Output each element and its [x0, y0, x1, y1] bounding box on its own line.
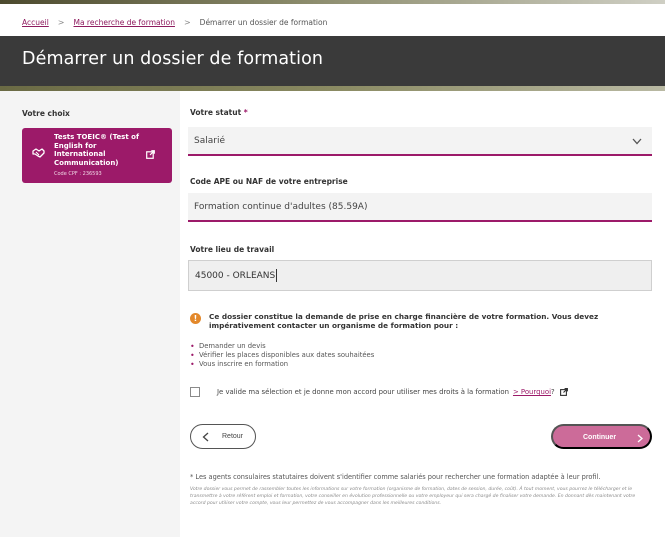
consent-checkbox[interactable] — [190, 387, 200, 397]
continue-button-label: Continuer — [583, 434, 617, 441]
external-link-icon[interactable] — [146, 150, 155, 159]
breadcrumb: Accueil > Ma recherche de formation > Dé… — [22, 15, 327, 29]
page-title: Démarrer un dossier de formation — [22, 49, 324, 69]
sidebar: Votre choix Tests TOEIC® (Test of Englis… — [0, 91, 180, 537]
workplace-label: Votre lieu de travail — [190, 245, 275, 254]
notice-text: Ce dossier constitue la demande de prise… — [209, 312, 599, 330]
fineprint: Votre dossier vous permet de rassembler … — [190, 487, 636, 506]
why-link[interactable]: > Pourquoi — [513, 388, 551, 396]
continue-button[interactable]: Continuer — [551, 424, 652, 449]
breadcrumb-home-link[interactable]: Accueil — [22, 18, 49, 27]
training-title: Tests TOEIC® (Test of English for Intern… — [54, 133, 139, 167]
info-icon: ! — [190, 313, 201, 324]
status-label: Votre statut * — [190, 108, 248, 117]
workplace-value: 45000 - ORLEANS — [195, 271, 276, 281]
list-item: Vérifier les places disponibles aux date… — [190, 351, 374, 360]
back-button-label: Retour — [222, 433, 244, 440]
chevron-down-icon — [632, 138, 642, 145]
why-question-mark: ? — [551, 388, 555, 396]
breadcrumb-separator: > — [183, 17, 191, 27]
training-choice-card[interactable]: Tests TOEIC® (Test of English for Intern… — [22, 128, 172, 183]
status-select[interactable]: Salarié — [188, 127, 652, 156]
list-item: Vous inscrire en formation — [190, 360, 374, 369]
ape-code-value: Formation continue d'adultes (85.59A) — [194, 202, 368, 212]
external-link-icon[interactable] — [559, 388, 568, 396]
consent-text: Je valide ma sélection et je donne mon a… — [217, 388, 509, 396]
workplace-input[interactable]: 45000 - ORLEANS — [188, 260, 652, 291]
chevron-right-icon — [637, 434, 643, 443]
training-cpf-code: Code CPF : 236593 — [54, 171, 102, 177]
notice-list: Demander un devis Vérifier les places di… — [190, 342, 374, 369]
breadcrumb-separator: > — [57, 17, 65, 27]
status-label-text: Votre statut — [190, 108, 242, 117]
breadcrumb-current: Démarrer un dossier de formation — [199, 17, 328, 27]
status-select-value: Salarié — [194, 136, 225, 146]
text-caret — [276, 269, 277, 282]
top-accent-line — [0, 0, 665, 4]
required-mark: * — [243, 108, 248, 117]
chevron-left-icon — [202, 432, 209, 442]
list-item: Demander un devis — [190, 342, 374, 351]
ape-label: Code APE ou NAF de votre entreprise — [190, 177, 348, 186]
breadcrumb-search-link[interactable]: Ma recherche de formation — [73, 18, 174, 27]
page-header: Démarrer un dossier de formation — [0, 36, 665, 86]
ape-code-field[interactable]: Formation continue d'adultes (85.59A) — [188, 193, 652, 222]
footnote: * Les agents consulaires statutaires doi… — [190, 473, 601, 481]
consent-row: Je valide ma sélection et je donne mon a… — [190, 386, 568, 398]
back-button[interactable]: Retour — [190, 424, 256, 449]
handshake-icon — [32, 148, 45, 158]
choice-title: Votre choix — [22, 109, 70, 118]
info-icon-glyph: ! — [193, 314, 198, 323]
